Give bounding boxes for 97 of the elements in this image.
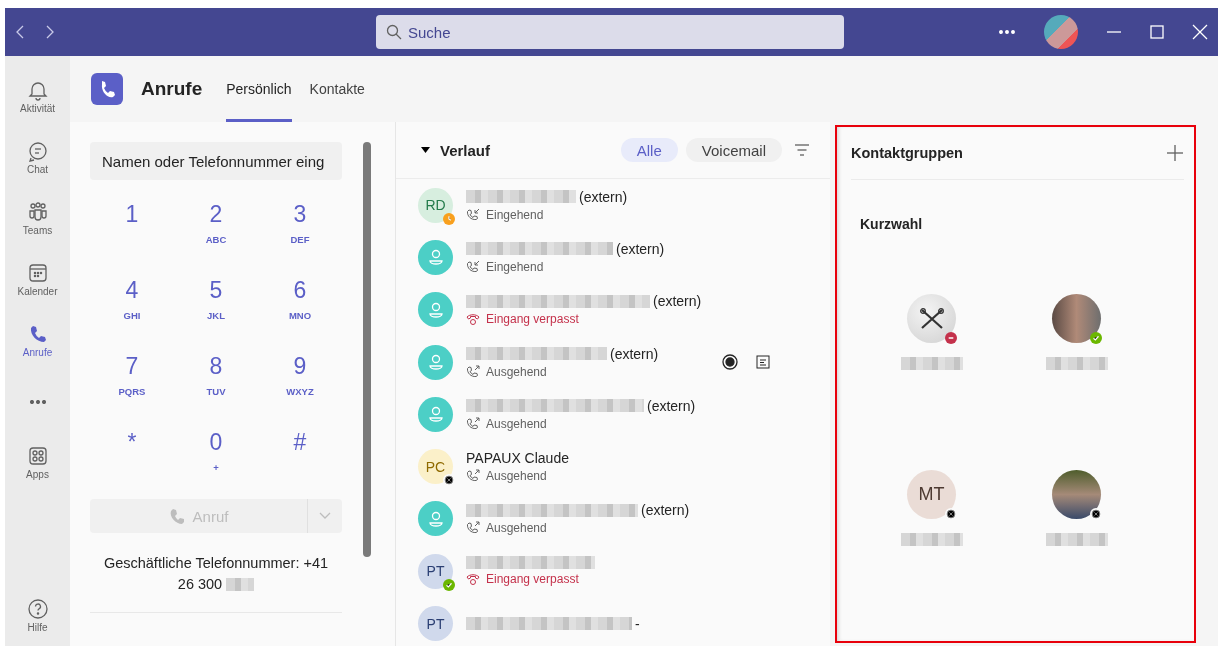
avatar: PT	[418, 553, 453, 589]
call-status: Eingehend	[486, 259, 544, 274]
dial-key[interactable]: 3 DEF	[270, 193, 330, 249]
contact-name: (extern)	[653, 293, 702, 310]
avatar-picture[interactable]	[1044, 15, 1078, 49]
search-icon	[386, 24, 402, 40]
filter-chip[interactable]: Voicemail	[685, 138, 782, 162]
business-number: Geschäftliche Telefonnummer: +41	[103, 554, 329, 573]
scrollbar[interactable]	[363, 142, 371, 557]
call-history-row[interactable]: (extern) Ausgehend	[396, 335, 830, 389]
call-status: Ausgehend	[486, 416, 547, 431]
rail-item[interactable]: Chat	[7, 127, 68, 188]
contact-name: -	[635, 615, 640, 632]
call-history-row[interactable]: (extern) Eingang verpasst	[396, 283, 830, 336]
blurred-name	[900, 357, 963, 370]
phone-icon	[91, 73, 123, 105]
avatar[interactable]	[907, 294, 956, 343]
calendar-icon	[26, 262, 49, 284]
avatar: RD	[418, 187, 453, 223]
section-title: Kontaktgruppen	[851, 145, 963, 161]
call-history-row[interactable]: (extern) Eingehend	[396, 231, 830, 284]
contact-name: PAPAUX Claude	[466, 450, 569, 467]
bell-icon	[26, 79, 49, 101]
more-icon[interactable]	[998, 29, 1016, 35]
photo-placeholder[interactable]	[1052, 470, 1101, 519]
dial-key[interactable]: *	[102, 421, 162, 477]
call-status: Eingang verpasst	[486, 572, 579, 587]
tab[interactable]: Kontakte	[309, 56, 365, 122]
dial-key[interactable]: 8 TUV	[186, 345, 246, 401]
avatar[interactable]: MT	[907, 470, 956, 519]
caret-icon[interactable]	[421, 147, 430, 153]
dial-key[interactable]: 5 JKL	[186, 269, 246, 325]
call-status: Ausgehend	[486, 364, 547, 379]
group-title: Kurzwahl	[860, 216, 924, 232]
apps-icon	[26, 445, 49, 467]
dial-key[interactable]: 6 MNO	[270, 269, 330, 325]
rail-item[interactable]: Apps	[7, 432, 68, 493]
contact-name: (extern)	[579, 188, 628, 205]
blurred-digits	[226, 578, 255, 591]
transcript-icon[interactable]	[756, 355, 770, 370]
blurred-name	[1045, 357, 1108, 370]
person-icon	[427, 300, 444, 319]
contact-name: (extern)	[616, 240, 665, 257]
rail-item[interactable]: Kalender	[7, 249, 68, 310]
record-icon[interactable]	[722, 354, 738, 371]
maximize-icon[interactable]	[1150, 25, 1164, 39]
call-status: Ausgehend	[486, 469, 547, 484]
business-number: 26 300	[177, 575, 223, 594]
crossed-keys-icon	[918, 307, 945, 330]
rail-item[interactable]: Teams	[7, 188, 68, 249]
forward-icon[interactable]	[45, 24, 55, 40]
more-icon	[29, 399, 46, 404]
call-history-row[interactable]: RD (extern) Eingehend	[396, 179, 830, 232]
call-history-row[interactable]: (extern) Ausgehend	[396, 492, 830, 546]
rail-item[interactable]: Anrufe	[7, 310, 68, 371]
person-icon	[427, 353, 444, 372]
call-status: Ausgehend	[486, 521, 547, 536]
phone-number-field[interactable]: Namen oder Telefonnummer eing	[90, 142, 342, 180]
contact-name: (extern)	[610, 345, 659, 362]
people-icon	[26, 201, 49, 223]
call-history-row[interactable]: PT Eingang verpasst	[396, 545, 830, 598]
dial-key[interactable]: 9 WXYZ	[270, 345, 330, 401]
blurred-name	[1045, 533, 1108, 546]
call-history-row[interactable]: (extern) Ausgehend	[396, 388, 830, 441]
filter-icon[interactable]	[794, 144, 810, 156]
search-field[interactable]: Suche	[376, 15, 844, 49]
help-icon	[26, 598, 49, 620]
avatar: PC	[418, 449, 453, 485]
filter-chip[interactable]: Alle	[620, 138, 678, 162]
dial-key[interactable]: 2 ABC	[186, 193, 246, 249]
avatar: PT	[418, 606, 453, 641]
phone-icon	[168, 508, 185, 524]
call-status: Eingehend	[486, 207, 544, 222]
dial-key[interactable]: 1	[102, 193, 162, 249]
dial-key[interactable]: 0 +	[186, 421, 246, 477]
close-icon[interactable]	[1192, 24, 1208, 40]
contact-name: (extern)	[647, 397, 696, 414]
blurred-name	[900, 533, 963, 546]
section-title: Verlauf	[440, 141, 492, 159]
dial-key[interactable]: 4 GHI	[102, 269, 162, 325]
chat-icon	[26, 140, 49, 162]
caret-icon	[319, 512, 331, 520]
rail-item[interactable]: Aktivität	[7, 66, 68, 127]
dial-key[interactable]: #	[270, 421, 330, 477]
contact-name: (extern)	[641, 502, 690, 519]
call-history-row[interactable]: PC PAPAUX Claude Ausgehend	[396, 440, 830, 493]
page-title: Anrufe	[141, 78, 203, 100]
plus-icon[interactable]	[1166, 144, 1184, 162]
person-icon	[427, 405, 444, 424]
dial-key[interactable]: 7 PQRS	[102, 345, 162, 401]
rail-item[interactable]: Hilfe	[7, 585, 68, 646]
person-icon	[427, 248, 444, 267]
call-status: Eingang verpasst	[486, 312, 579, 327]
photo-placeholder[interactable]	[1052, 294, 1101, 343]
back-icon[interactable]	[15, 24, 25, 40]
call-history-row[interactable]: PT -	[396, 597, 830, 646]
person-icon	[427, 509, 444, 528]
